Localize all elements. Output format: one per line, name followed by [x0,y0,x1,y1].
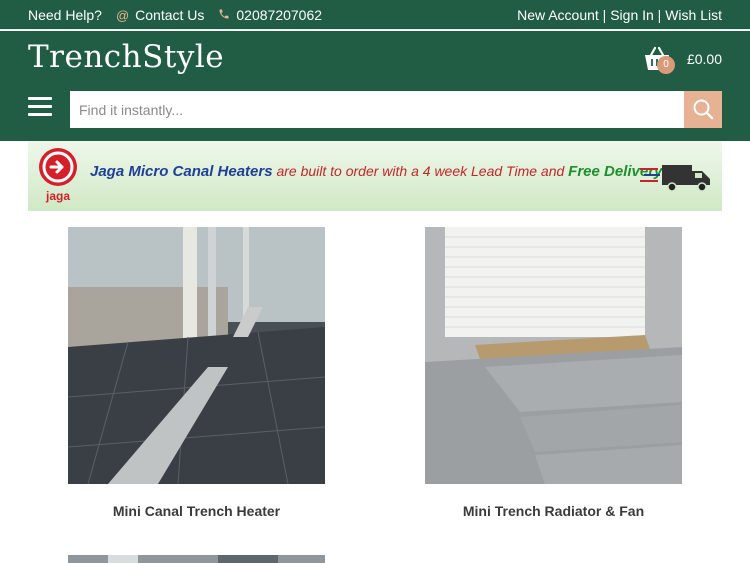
product-image-mini-trench-radiator-fan[interactable] [425,227,682,484]
contact-us-link[interactable]: Contact Us [135,7,204,23]
product-image-mini-canal-trench-heater[interactable] [68,227,325,484]
product-title[interactable]: Mini Canal Trench Heater [68,503,325,519]
product-card[interactable] [68,555,325,563]
product-card[interactable]: Mini Canal Trench Heater [68,227,325,519]
account-links[interactable]: New Account | Sign In | Wish List [517,7,722,23]
cart-count-badge: 0 [657,56,675,74]
hamburger-menu-icon[interactable] [28,97,52,119]
at-sign-icon: @ [115,7,130,23]
search-icon [693,99,714,120]
banner-brand: Jaga Micro Canal Heaters [90,163,273,180]
top-utility-bar: Need Help? @ Contact Us 02087207062 New … [0,0,750,30]
product-card[interactable]: Mini Trench Radiator & Fan [425,227,682,519]
cart-total[interactable]: £0.00 [687,51,722,67]
product-title[interactable]: Mini Trench Radiator & Fan [425,503,682,519]
banner-message: Jaga Micro Canal Heaters are built to or… [90,163,666,180]
jaga-logo-icon [39,148,77,186]
product-image[interactable] [68,555,325,563]
search-button[interactable] [684,91,722,128]
site-header: TrenchStyle 0 £0.00 [0,31,750,141]
help-links: Need Help? @ Contact Us 02087207062 [28,7,322,23]
search-input[interactable] [70,91,684,128]
need-help-text: Need Help? [28,7,102,23]
site-logo[interactable]: TrenchStyle [28,39,224,75]
phone-icon [218,8,230,23]
banner-middle-text: are built to order with a 4 week Lead Ti… [272,163,569,179]
phone-number-link[interactable]: 02087207062 [236,7,322,23]
delivery-truck-icon [640,165,710,192]
jaga-logo-text: jaga [45,189,70,203]
promo-banner[interactable]: jaga Jaga Micro Canal Heaters are built … [28,141,722,211]
